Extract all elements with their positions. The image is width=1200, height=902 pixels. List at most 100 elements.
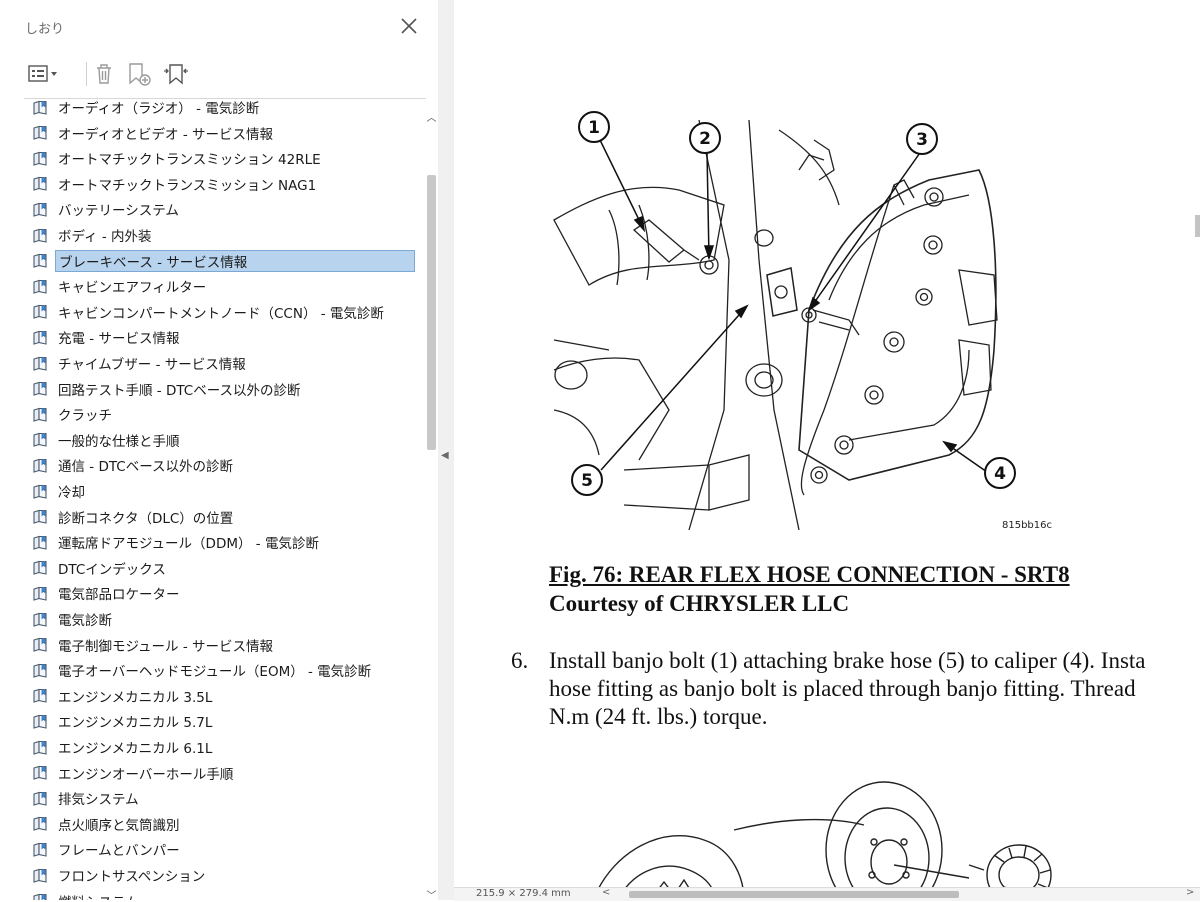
bookmark-item[interactable]: ボディ - 内外装 <box>32 224 418 246</box>
bookmark-label: 排気システム <box>58 792 139 809</box>
bookmark-icon <box>32 662 49 679</box>
bookmark-item[interactable]: 電気部品ロケーター <box>32 582 418 604</box>
panel-title: しおり <box>25 22 65 37</box>
bookmark-item[interactable]: 点火順序と気筒識別 <box>32 813 418 835</box>
bookmark-label: クラッチ <box>58 408 112 425</box>
bookmark-item[interactable]: チャイムブザー - サービス情報 <box>32 352 418 374</box>
bookmark-item[interactable]: DTCインデックス <box>32 557 418 579</box>
bookmark-item[interactable]: 燃料システム <box>32 890 418 900</box>
bookmark-icon <box>32 201 49 218</box>
scroll-left-icon[interactable]: < <box>602 887 610 898</box>
bookmarks-panel: しおり オーディオ（ラジオ） - 電気診断 オーディオとビデオ - サービス情報… <box>10 5 439 902</box>
bookmark-item[interactable]: フロントサスペンション <box>32 864 418 886</box>
bookmark-label: 回路テスト手順 - DTCベース以外の診断 <box>58 382 301 399</box>
bookmark-item[interactable]: キャビンコンパートメントノード（CCN） - 電気診断 <box>32 301 418 323</box>
bookmark-label: 診断コネクタ（DLC）の位置 <box>58 510 234 527</box>
bookmark-item[interactable]: エンジンメカニカル 6.1L <box>32 736 418 758</box>
bookmark-icon <box>32 124 49 141</box>
status-bar: 215.9 × 279.4 mm < > <box>454 887 1200 901</box>
figure-courtesy: Courtesy of CHRYSLER LLC <box>549 591 850 616</box>
bookmark-icon <box>32 739 49 756</box>
figure-code: 815bb16c <box>1002 520 1053 531</box>
bookmark-label: バッテリーシステム <box>58 203 179 220</box>
new-bookmark-icon[interactable] <box>125 60 153 88</box>
bookmark-item[interactable]: フレームとバンパー <box>32 838 418 860</box>
bookmark-item[interactable]: 充電 - サービス情報 <box>32 326 418 348</box>
bookmark-icon <box>32 431 49 448</box>
bookmark-label: オーディオ（ラジオ） - 電気診断 <box>58 101 260 117</box>
bookmark-icon <box>32 534 49 551</box>
bookmark-item[interactable]: 運転席ドアモジュール（DDM） - 電気診断 <box>32 531 418 553</box>
bookmark-scrollbar[interactable]: ︿ ﹀ <box>425 105 438 902</box>
step-number: 6. <box>511 648 529 673</box>
wheel-figure <box>594 781 1052 900</box>
bookmark-item[interactable]: オーディオ（ラジオ） - 電気診断 <box>32 100 418 118</box>
bookmark-label: 電子オーバーヘッドモジュール（EOM） - 電気診断 <box>58 664 372 681</box>
bookmark-item[interactable]: 診断コネクタ（DLC）の位置 <box>32 506 418 528</box>
bookmark-item[interactable]: オーディオとビデオ - サービス情報 <box>32 122 418 144</box>
scroll-thumb[interactable] <box>427 175 436 450</box>
close-icon[interactable] <box>398 15 420 37</box>
bookmark-item[interactable]: 一般的な仕様と手順 <box>32 429 418 451</box>
bookmark-item[interactable]: 排気システム <box>32 787 418 809</box>
bookmark-icon <box>32 380 49 397</box>
bookmark-item[interactable]: オートマチックトランスミッション NAG1 <box>32 173 418 195</box>
bookmark-item[interactable]: キャビンエアフィルター <box>32 275 418 297</box>
bookmark-icon <box>32 713 49 730</box>
bookmark-icon <box>32 790 49 807</box>
bookmark-icon <box>32 867 49 884</box>
bookmark-item[interactable]: エンジンメカニカル 5.7L <box>32 710 418 732</box>
bookmark-icon <box>32 841 49 858</box>
bookmark-icon <box>32 687 49 704</box>
bookmark-icon <box>32 150 49 167</box>
bookmark-icon <box>32 278 49 295</box>
bookmark-item[interactable]: バッテリーシステム <box>32 198 418 220</box>
scroll-down-icon[interactable]: ﹀ <box>425 887 438 902</box>
bookmark-item[interactable]: オートマチックトランスミッション 42RLE <box>32 147 418 169</box>
bookmark-label: キャビンコンパートメントノード（CCN） - 電気診断 <box>58 305 384 322</box>
bookmark-label: エンジンオーバーホール手順 <box>58 766 234 783</box>
step-text-line: N.m (24 ft. lbs.) torque. <box>549 704 768 729</box>
trash-icon[interactable] <box>91 60 117 88</box>
bookmark-item[interactable]: 通信 - DTCベース以外の診断 <box>32 454 418 476</box>
document-scroll-thumb[interactable] <box>1195 215 1200 237</box>
bookmark-label: 冷却 <box>58 485 85 501</box>
bookmark-label: ブレーキベース - サービス情報 <box>55 249 415 272</box>
bookmark-label: エンジンメカニカル 6.1L <box>58 741 213 757</box>
bookmark-item[interactable]: ブレーキベース - サービス情報 <box>32 249 418 272</box>
bookmark-item[interactable]: 回路テスト手順 - DTCベース以外の診断 <box>32 378 418 400</box>
collapse-panel-icon[interactable]: ◀ <box>441 450 449 461</box>
bookmark-icon <box>32 100 49 116</box>
bookmark-icon <box>32 508 49 525</box>
bookmark-icon <box>32 764 49 781</box>
bookmark-icon <box>32 303 49 320</box>
bookmark-label: キャビンエアフィルター <box>58 280 207 297</box>
bookmark-icon <box>32 329 49 346</box>
bookmark-icon <box>32 252 49 269</box>
horizontal-scroll-thumb[interactable] <box>629 891 959 898</box>
step-text-line: hose fitting as banjo bolt is placed thr… <box>549 676 1136 701</box>
scroll-right-icon[interactable]: > <box>1186 887 1194 898</box>
bookmark-label: オーディオとビデオ - サービス情報 <box>58 126 274 143</box>
bookmark-label: フレームとバンパー <box>58 843 180 860</box>
bookmark-item[interactable]: 冷却 <box>32 480 418 502</box>
bookmark-icon <box>32 559 49 576</box>
bookmark-label: 燃料システム <box>55 890 142 900</box>
bookmark-label: 一般的な仕様と手順 <box>58 433 180 450</box>
bookmark-item[interactable]: エンジンオーバーホール手順 <box>32 762 418 784</box>
bookmark-item[interactable]: 電子制御モジュール - サービス情報 <box>32 634 418 656</box>
bookmark-icon <box>32 611 49 628</box>
bookmark-item[interactable]: 電気診断 <box>32 608 418 630</box>
bookmark-label: 運転席ドアモジュール（DDM） - 電気診断 <box>58 536 319 553</box>
bookmark-label: 電子制御モジュール - サービス情報 <box>58 638 274 655</box>
step-text-line: Install banjo bolt (1) attaching brake h… <box>549 648 1146 673</box>
list-options-icon[interactable] <box>27 60 61 88</box>
scroll-up-icon[interactable]: ︿ <box>425 109 438 124</box>
bookmark-item[interactable]: エンジンメカニカル 3.5L <box>32 685 418 707</box>
bookmark-icon <box>32 406 49 423</box>
expand-bookmark-icon[interactable] <box>161 60 191 88</box>
callout-5: 5 <box>581 471 593 491</box>
bookmark-icon <box>32 227 49 244</box>
bookmark-item[interactable]: クラッチ <box>32 403 418 425</box>
bookmark-item[interactable]: 電子オーバーヘッドモジュール（EOM） - 電気診断 <box>32 659 418 681</box>
